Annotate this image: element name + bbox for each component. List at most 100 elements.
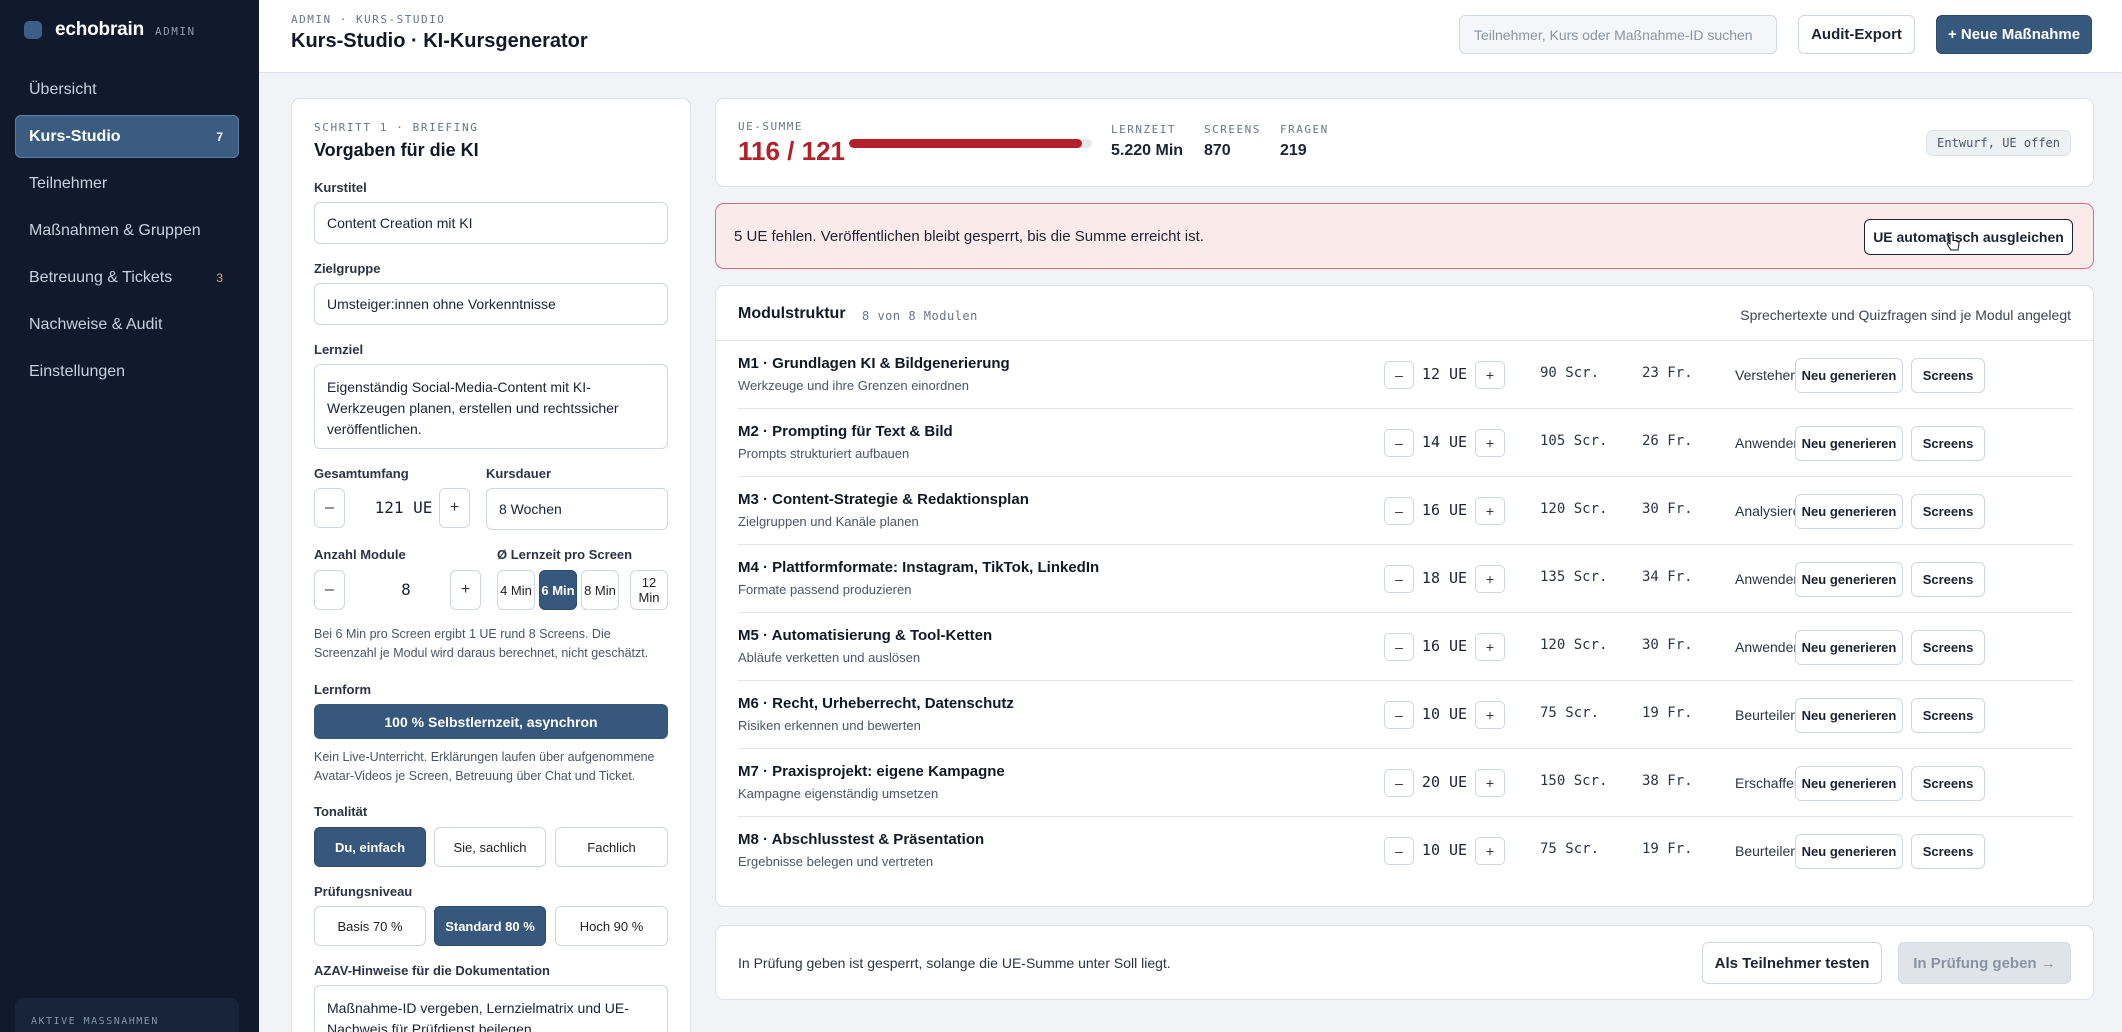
kurstitel-field[interactable]: Content Creation mit KI <box>314 202 668 244</box>
sidebar-item-uebersicht[interactable]: Übersicht <box>15 68 239 111</box>
module-label: Anzahl Module <box>314 547 406 562</box>
submit-review-button[interactable]: In Prüfung geben → <box>1898 942 2071 984</box>
module-row: M2 · Prompting für Text & Bild Prompts st… <box>738 409 2073 477</box>
ue-decrement-button[interactable]: – <box>1384 701 1414 729</box>
ue-increment-button[interactable]: + <box>1475 769 1505 797</box>
dauer-field[interactable]: 8 Wochen <box>486 488 668 530</box>
zielgruppe-field[interactable]: Umsteiger:innen ohne Vorkenntnisse <box>314 283 668 325</box>
sidebar-item-nachweise[interactable]: Nachweise & Audit <box>15 303 239 346</box>
new-measure-button[interactable]: + Neue Maßnahme <box>1936 15 2092 54</box>
regenerate-button[interactable]: Neu generieren <box>1795 834 1903 869</box>
tonalitaet-option-du[interactable]: Du, einfach <box>314 827 426 867</box>
lernzeit-option-8[interactable]: 8 Min <box>581 570 619 610</box>
lernziel-textarea[interactable]: Eigenständig Social-Media-Content mit KI… <box>314 364 668 449</box>
lernzeit-option-6[interactable]: 6 Min <box>539 570 577 610</box>
ue-increment-button[interactable]: + <box>1475 429 1505 457</box>
module-questions-count: 26 Fr. <box>1642 433 1693 449</box>
regenerate-button[interactable]: Neu generieren <box>1795 698 1903 733</box>
brand-name: echobrain <box>55 19 144 40</box>
module-subtitle: Prompts strukturiert aufbauen <box>738 446 910 461</box>
module-screens-count: 135 Scr. <box>1540 569 1608 585</box>
ue-decrement-button[interactable]: – <box>1384 565 1414 593</box>
ue-progress-bar <box>849 139 1092 148</box>
umfang-increment-button[interactable]: + <box>439 488 470 528</box>
modules-count: 8 von 8 Modulen <box>862 309 978 323</box>
ue-increment-button[interactable]: + <box>1475 633 1505 661</box>
screens-button[interactable]: Screens <box>1911 494 1985 529</box>
module-value[interactable]: 8 <box>345 580 467 599</box>
module-ue-value: 20 UE <box>1421 773 1468 791</box>
module-ue-value: 16 UE <box>1421 637 1468 655</box>
screens-button[interactable]: Screens <box>1911 426 1985 461</box>
lernzeit-option-12[interactable]: 12 Min <box>630 570 668 610</box>
module-row: M3 · Content-Strategie & Redaktionsplan Z… <box>738 477 2073 545</box>
ue-decrement-button[interactable]: – <box>1384 361 1414 389</box>
ue-increment-button[interactable]: + <box>1475 701 1505 729</box>
pruefung-option-standard[interactable]: Standard 80 % <box>434 906 546 946</box>
ue-increment-button[interactable]: + <box>1475 837 1505 865</box>
screens-button[interactable]: Screens <box>1911 766 1985 801</box>
sidebar-item-kurs-studio[interactable]: Kurs-Studio 7 <box>15 115 239 158</box>
module-questions-count: 30 Fr. <box>1642 637 1693 653</box>
module-ue-value: 18 UE <box>1421 569 1468 587</box>
regenerate-button[interactable]: Neu generieren <box>1795 494 1903 529</box>
search-input[interactable] <box>1459 15 1777 54</box>
brand[interactable]: echobrain ADMIN <box>24 19 196 41</box>
module-questions-count: 19 Fr. <box>1642 705 1693 721</box>
module-name: M5 · Automatisierung & Tool-Ketten <box>738 627 993 644</box>
briefing-panel: SCHRITT 1 · BRIEFING Vorgaben für die KI… <box>291 98 691 1032</box>
module-structure-card: Modulstruktur 8 von 8 Modulen Sprecherte… <box>715 285 2094 907</box>
pruefung-option-basis[interactable]: Basis 70 % <box>314 906 426 946</box>
review-actions-card: In Prüfung geben ist gesperrt, solange d… <box>715 925 2094 1000</box>
screens-button[interactable]: Screens <box>1911 834 1985 869</box>
lernzeit-option-4[interactable]: 4 Min <box>497 570 535 610</box>
screens-stat-value: 870 <box>1204 142 1231 159</box>
page-title: Kurs-Studio · KI-Kursgenerator <box>291 30 588 52</box>
module-row: M8 · Abschlusstest & Präsentation Ergebni… <box>738 817 2073 885</box>
ue-decrement-button[interactable]: – <box>1384 497 1414 525</box>
azav-textarea[interactable]: Maßnahme-ID vergeben, Lernzielmatrix und… <box>314 985 668 1032</box>
ue-decrement-button[interactable]: – <box>1384 633 1414 661</box>
ue-increment-button[interactable]: + <box>1475 361 1505 389</box>
screens-button[interactable]: Screens <box>1911 630 1985 665</box>
regenerate-button[interactable]: Neu generieren <box>1795 358 1903 393</box>
sidebar-item-betreuung[interactable]: Betreuung & Tickets 3 <box>15 256 239 299</box>
sidebar-item-einstellungen[interactable]: Einstellungen <box>15 350 239 393</box>
audit-export-button[interactable]: Audit-Export <box>1798 15 1915 54</box>
regenerate-button[interactable]: Neu generieren <box>1795 426 1903 461</box>
screens-button[interactable]: Screens <box>1911 698 1985 733</box>
screens-button[interactable]: Screens <box>1911 358 1985 393</box>
ue-increment-button[interactable]: + <box>1475 497 1505 525</box>
modules-title: Modulstruktur <box>738 305 846 322</box>
module-row: M4 · Plattformformate: Instagram, TikTok… <box>738 545 2073 613</box>
tonalitaet-option-fachlich[interactable]: Fachlich <box>555 827 668 867</box>
pruefung-label: Prüfungsniveau <box>314 884 413 899</box>
module-row: M6 · Recht, Urheberrecht, Datenschutz Ris… <box>738 681 2073 749</box>
umfang-decrement-button[interactable]: – <box>314 488 345 528</box>
module-subtitle: Abläufe verketten und auslösen <box>738 650 921 665</box>
regenerate-button[interactable]: Neu generieren <box>1795 766 1903 801</box>
module-screens-count: 105 Scr. <box>1540 433 1608 449</box>
module-increment-button[interactable]: + <box>450 570 481 610</box>
ue-decrement-button[interactable]: – <box>1384 429 1414 457</box>
tonalitaet-option-sie[interactable]: Sie, sachlich <box>434 827 546 867</box>
sidebar-item-massnahmen[interactable]: Maßnahmen & Gruppen <box>15 209 239 252</box>
regenerate-button[interactable]: Neu generieren <box>1795 562 1903 597</box>
sidebar-item-label: Maßnahmen & Gruppen <box>29 221 201 239</box>
lernform-option[interactable]: 100 % Selbstlernzeit, asynchron <box>314 704 668 739</box>
module-decrement-button[interactable]: – <box>314 570 345 610</box>
test-as-participant-button[interactable]: Als Teilnehmer testen <box>1702 942 1882 984</box>
sidebar-item-teilnehmer[interactable]: Teilnehmer <box>15 162 239 205</box>
ue-missing-alert: 5 UE fehlen. Veröffentlichen bleibt gesp… <box>715 203 2094 269</box>
regenerate-button[interactable]: Neu generieren <box>1795 630 1903 665</box>
module-level: Anwenden <box>1735 571 1802 587</box>
ue-increment-button[interactable]: + <box>1475 565 1505 593</box>
screens-button[interactable]: Screens <box>1911 562 1985 597</box>
auto-balance-button[interactable]: UE automatisch ausgleichen <box>1864 219 2073 255</box>
ue-decrement-button[interactable]: – <box>1384 837 1414 865</box>
module-ue-value: 10 UE <box>1421 705 1468 723</box>
pruefung-option-hoch[interactable]: Hoch 90 % <box>555 906 668 946</box>
sidebar-item-label: Betreuung & Tickets <box>29 268 173 286</box>
ue-decrement-button[interactable]: – <box>1384 769 1414 797</box>
module-row: M7 · Praxisprojekt: eigene Kampagne Kampa… <box>738 749 2073 817</box>
